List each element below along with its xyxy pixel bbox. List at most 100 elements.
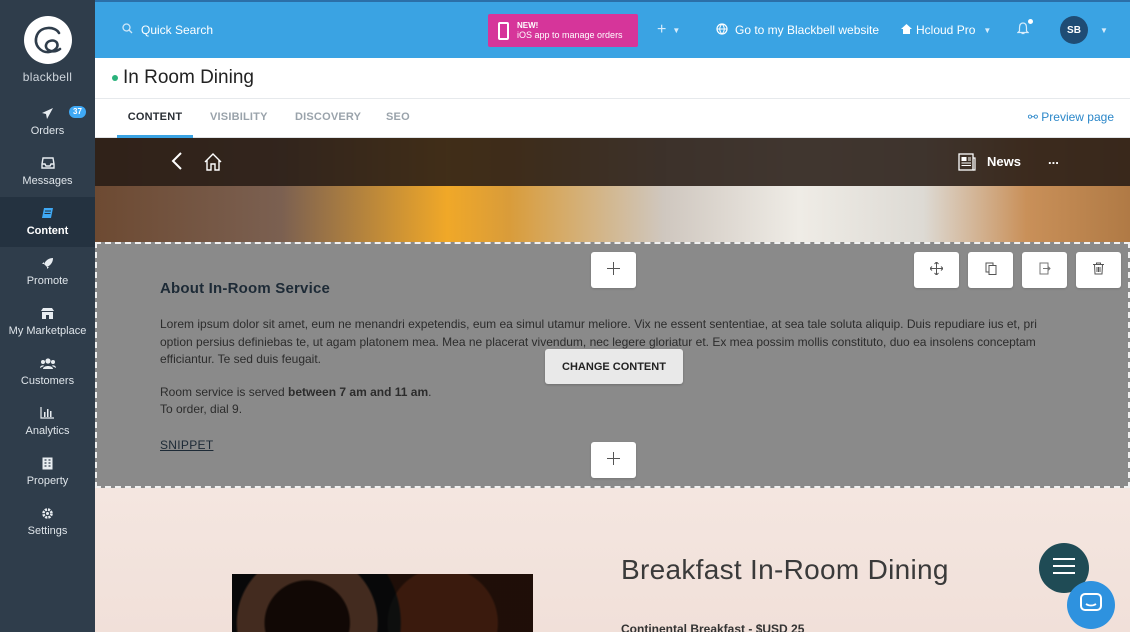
section-title: About In-Room Service: [160, 280, 331, 297]
about-section-block[interactable]: About In-Room Service Lorem ipsum dolor …: [95, 242, 1130, 488]
top-bar: Quick Search NEW! iOS app to manage orde…: [95, 0, 1130, 58]
users-icon: [39, 357, 56, 373]
trash-icon: [1093, 262, 1104, 278]
sidebar-item-label: Content: [26, 225, 69, 237]
property-switcher[interactable]: Hcloud Pro ▼: [901, 2, 991, 58]
coffee-photo: [232, 574, 533, 632]
blackbell-logo-icon: [23, 16, 72, 64]
page-header: In Room Dining: [95, 58, 1130, 98]
copy-icon: [985, 262, 997, 278]
book-icon: [41, 207, 54, 223]
add-block-below-button[interactable]: [591, 442, 636, 478]
hero-nav-news-link[interactable]: News: [987, 154, 1021, 169]
tab-visibility[interactable]: VISIBILITY: [210, 99, 268, 138]
sidebar-item-customers[interactable]: Customers: [0, 347, 95, 397]
back-arrow-icon[interactable]: [171, 151, 183, 176]
home-icon: [901, 23, 912, 37]
sidebar-item-label: Settings: [27, 525, 68, 537]
sidebar-item-label: Orders: [30, 125, 65, 137]
hours-bold: between 7 am and 11 am: [288, 385, 429, 399]
avatar: SB: [1060, 16, 1088, 44]
sidebar-item-content[interactable]: Content: [0, 197, 95, 247]
sidebar-item-settings[interactable]: Settings: [0, 497, 95, 547]
sidebar-item-label: My Marketplace: [8, 325, 87, 337]
sidebar-item-messages[interactable]: Messages: [0, 147, 95, 197]
page-title: In Room Dining: [123, 67, 254, 88]
inbox-icon: [40, 157, 55, 173]
chat-launcher-button[interactable]: [1067, 581, 1115, 629]
status-dot: [112, 75, 118, 81]
order-instructions: To order, dial 9.: [160, 402, 243, 416]
promo-new-label: NEW!: [517, 20, 539, 30]
breakfast-title: Breakfast In-Room Dining: [621, 554, 949, 585]
export-icon: [1039, 262, 1051, 278]
brand-name: blackbell: [22, 70, 73, 84]
page-tabs: CONTENT VISIBILITY DISCOVERY SEO ⚯ Previ…: [95, 98, 1130, 138]
notifications-button[interactable]: [1016, 2, 1033, 58]
orders-count-badge: 37: [69, 106, 86, 118]
promo-text: iOS app to manage orders: [517, 29, 623, 40]
bell-icon: [1016, 19, 1033, 38]
plus-icon: [607, 452, 620, 468]
sidebar-item-property[interactable]: Property: [0, 447, 95, 497]
tab-discovery[interactable]: DISCOVERY: [295, 99, 361, 138]
change-content-button[interactable]: CHANGE CONTENT: [545, 349, 683, 384]
move-arrows-icon: [929, 261, 944, 278]
brand-logo[interactable]: blackbell: [0, 0, 95, 97]
preview-page-label: Preview page: [1041, 110, 1114, 124]
tab-content[interactable]: CONTENT: [117, 99, 193, 138]
store-icon: [40, 307, 55, 323]
preview-page-link[interactable]: ⚯ Preview page: [1028, 110, 1114, 124]
sidebar-item-label: Analytics: [25, 425, 70, 437]
link-icon: ⚯: [1027, 110, 1038, 124]
chat-bubble-icon: [1080, 592, 1102, 618]
chevron-down-icon: ▼: [983, 25, 992, 35]
sidebar-item-orders[interactable]: Orders 37: [0, 97, 95, 147]
sidebar-item-label: Messages: [22, 175, 73, 187]
gear-icon: [41, 507, 54, 523]
phone-icon: [498, 21, 509, 40]
chevron-down-icon: ▼: [1100, 25, 1108, 35]
newspaper-icon: [958, 153, 976, 176]
sidebar-item-promote[interactable]: Promote: [0, 247, 95, 297]
service-hours-text: Room service is served between 7 am and …: [160, 385, 431, 399]
search-icon: [122, 23, 133, 37]
quick-search-label: Quick Search: [141, 23, 214, 37]
hours-suffix: .: [428, 385, 432, 399]
sidebar-item-analytics[interactable]: Analytics: [0, 397, 95, 447]
hero-nav-bar: News ...: [95, 138, 1130, 186]
hours-prefix: Room service is served: [160, 385, 289, 399]
sidebar: blackbell Orders 37 Messages Content Pro…: [0, 0, 95, 632]
snippet-link[interactable]: SNIPPET: [160, 438, 213, 452]
chevron-down-icon: ▼: [672, 25, 681, 35]
app-root: blackbell Orders 37 Messages Content Pro…: [0, 0, 1130, 632]
property-name: Hcloud Pro: [916, 23, 976, 37]
sidebar-item-label: Property: [26, 475, 69, 487]
hamburger-menu-icon: [1053, 557, 1075, 579]
bar-chart-icon: [40, 407, 55, 423]
hero-more-button[interactable]: ...: [1048, 152, 1059, 167]
paper-plane-icon: [41, 107, 54, 123]
tab-seo[interactable]: SEO: [386, 99, 410, 138]
rocket-icon: [41, 257, 54, 273]
quick-search[interactable]: Quick Search: [122, 2, 213, 58]
add-label: +: [657, 21, 667, 38]
user-menu[interactable]: SB ▼: [1060, 2, 1108, 58]
globe-icon: [716, 22, 728, 38]
sidebar-item-my-marketplace[interactable]: My Marketplace: [0, 297, 95, 347]
ios-app-promo-button[interactable]: NEW! iOS app to manage orders: [488, 14, 638, 47]
delete-block-button[interactable]: [1076, 252, 1121, 288]
website-link[interactable]: Go to my Blackbell website: [716, 2, 879, 58]
add-block-above-button[interactable]: [591, 252, 636, 288]
home-icon[interactable]: [203, 152, 223, 177]
duplicate-block-button[interactable]: [968, 252, 1013, 288]
sidebar-item-label: Promote: [26, 275, 69, 287]
move-block-button[interactable]: [914, 252, 959, 288]
export-block-button[interactable]: [1022, 252, 1067, 288]
plus-icon: [607, 262, 620, 278]
add-menu-button[interactable]: + ▼: [657, 2, 680, 58]
breakfast-section: Breakfast In-Room Dining Continental Bre…: [95, 488, 1130, 632]
website-link-label: Go to my Blackbell website: [735, 23, 880, 37]
page-preview: News ... About In-Room Service Lorem ips…: [95, 138, 1130, 632]
building-icon: [42, 457, 53, 473]
